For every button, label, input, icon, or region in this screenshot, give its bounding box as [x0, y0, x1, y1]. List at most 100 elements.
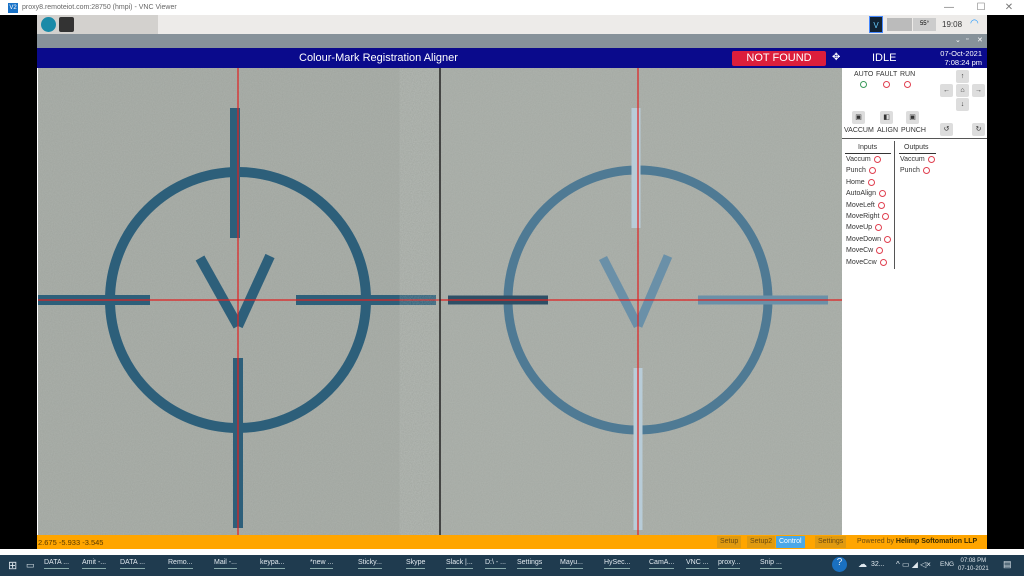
status-bar: 2.675 -5.933 -3.545 Setup Setup2 Control… [37, 535, 987, 549]
rotate-cw-button[interactable]: ↻ [972, 123, 985, 136]
taskbar-item[interactable]: CamA... [649, 559, 674, 569]
input-indicator [880, 259, 887, 266]
cpu-graph [887, 18, 912, 31]
taskbar-item[interactable]: Sticky... [358, 559, 382, 569]
jog-left-button[interactable]: ← [940, 84, 953, 97]
taskbar-item[interactable]: Mayu... [560, 559, 583, 569]
taskbar-item[interactable]: Remo... [168, 559, 193, 569]
output-label: Vaccum [900, 156, 925, 163]
taskbar-item[interactable]: Snip ... [760, 559, 782, 569]
weather-temp[interactable]: 32... [871, 561, 885, 568]
punch-label: PUNCH [901, 127, 926, 134]
tab-settings[interactable]: Settings [815, 536, 846, 548]
input-row: Vaccum [846, 156, 881, 163]
close-button[interactable]: ✕ [994, 0, 1024, 15]
home-button[interactable]: ⌂ [956, 84, 969, 97]
auto-label: AUTO [854, 71, 873, 78]
rotate-ccw-button[interactable]: ↺ [940, 123, 953, 136]
app-title: Colour-Mark Registration Aligner [299, 52, 458, 64]
inner-minimize-button[interactable]: ⌄ [955, 36, 961, 44]
input-label: Home [846, 179, 865, 186]
tab-control[interactable]: Control [776, 536, 805, 548]
wifi-icon[interactable]: ◠ [970, 18, 979, 29]
tab-setup2[interactable]: Setup2 [747, 536, 775, 548]
weather-icon[interactable]: ☁ [858, 559, 867, 570]
input-indicator [868, 179, 875, 186]
tab-setup[interactable]: Setup [717, 536, 741, 548]
remote-clock: 19:08 [942, 20, 962, 29]
start-icon[interactable]: ⊞ [8, 559, 17, 572]
vnc-icon[interactable]: V [869, 16, 883, 33]
taskbar-item[interactable]: proxy... [718, 559, 740, 569]
punch-button[interactable]: ▣ [906, 111, 919, 124]
datetime: 07-Oct-2021 7:08:24 pm [930, 49, 982, 67]
input-indicator [878, 202, 885, 209]
auto-indicator [860, 81, 867, 88]
input-label: MoveCcw [846, 259, 877, 266]
detect-status-badge: NOT FOUND [732, 51, 826, 66]
taskbar-item[interactable]: HySec... [604, 559, 630, 569]
coordinates-readout: 2.675 -5.933 -3.545 [38, 538, 103, 547]
jog-up-button[interactable]: ↑ [956, 70, 969, 83]
inputs-header: Inputs [858, 144, 877, 151]
taskbar-item[interactable]: DATA ... [120, 559, 145, 569]
taskbar-item[interactable]: *new ... [310, 559, 333, 569]
taskbar-item[interactable]: DATA ... [44, 559, 69, 569]
vaccum-label: VACCUM [844, 127, 874, 134]
input-indicator [874, 156, 881, 163]
outputs-header: Outputs [904, 144, 929, 151]
app-window-bar: ⌄ ▫ ✕ [37, 34, 987, 48]
input-row: MoveRight [846, 213, 889, 220]
language[interactable]: ENG [940, 561, 954, 568]
output-row: Vaccum [900, 156, 935, 163]
globe-icon[interactable] [41, 17, 56, 32]
powered-by: Powered by Helimp Softomation LLP [857, 538, 977, 545]
minimize-button[interactable]: — [934, 0, 964, 15]
input-row: Home [846, 179, 875, 186]
taskbar-item[interactable]: Skype [406, 559, 425, 569]
input-row: MoveLeft [846, 202, 885, 209]
output-indicator [928, 156, 935, 163]
notifications-icon[interactable]: ▤ [1003, 559, 1012, 570]
camera-views [38, 68, 842, 535]
task-view-icon[interactable]: ▭ [26, 560, 35, 571]
machine-state: IDLE [872, 52, 896, 64]
inner-close-button[interactable]: ✕ [977, 36, 983, 44]
taskbar-item[interactable]: keypa... [260, 559, 285, 569]
input-label: MoveLeft [846, 202, 875, 209]
tray-icons[interactable]: ^ ▭ ◢ ◁× [896, 560, 931, 569]
align-button[interactable]: ◧ [880, 111, 893, 124]
move-icon[interactable]: ✥ [832, 52, 840, 63]
taskbar-item[interactable]: Mail -... [214, 559, 237, 569]
clock-time: 07:08 PM [958, 557, 989, 565]
remote-desktop-topbar: V 55° 19:08 ◠ [37, 15, 987, 34]
system-clock[interactable]: 07:08 PM 07-10-2021 [958, 557, 989, 573]
taskbar-item[interactable]: VNC ... [686, 559, 709, 569]
taskbar-item[interactable]: Amit -... [82, 559, 106, 569]
windows-taskbar: ⊞ ▭ DATA ... Amit -... DATA ... Remo... Mail… [0, 555, 1024, 576]
brand-name: Helimp Softomation LLP [896, 538, 977, 545]
inner-maximize-button[interactable]: ▫ [966, 36, 968, 43]
input-indicator [869, 167, 876, 174]
left-border [0, 15, 37, 549]
taskbar-item[interactable]: Slack |... [446, 559, 473, 569]
run-indicator [904, 81, 911, 88]
vaccum-button[interactable]: ▣ [852, 111, 865, 124]
input-label: Punch [846, 167, 866, 174]
app-header: Colour-Mark Registration Aligner NOT FOU… [37, 48, 987, 68]
help-icon[interactable]: ? [832, 557, 847, 572]
input-label: MoveDown [846, 236, 881, 243]
gear-icon[interactable] [59, 17, 74, 32]
maximize-button[interactable]: ☐ [966, 0, 996, 15]
input-label: AutoAlign [846, 190, 876, 197]
control-panel: AUTO FAULT RUN ↑ ← ⌂ → ↓ ▣ ◧ ▣ VACCUM AL… [842, 68, 987, 535]
jog-down-button[interactable]: ↓ [956, 98, 969, 111]
right-border [987, 15, 1024, 549]
input-row: AutoAlign [846, 190, 886, 197]
run-label: RUN [900, 71, 915, 78]
vnc-title-bar: V2 proxy8.remoteiot.com:28750 (hmpi) - V… [0, 0, 1024, 15]
jog-right-button[interactable]: → [972, 84, 985, 97]
input-row: Punch [846, 167, 876, 174]
taskbar-item[interactable]: D:\ - ... [485, 559, 506, 569]
taskbar-item[interactable]: Settings [517, 559, 542, 569]
